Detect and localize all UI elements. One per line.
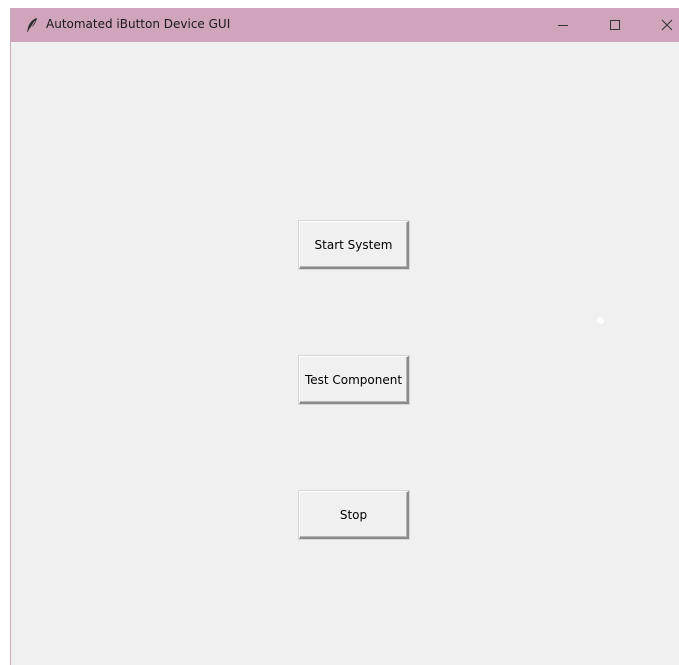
test-component-button[interactable]: Test Component <box>299 356 409 404</box>
window-title: Automated iButton Device GUI <box>46 17 231 31</box>
maximize-icon <box>609 19 621 31</box>
feather-icon <box>25 17 39 33</box>
close-icon <box>661 19 673 31</box>
close-button[interactable] <box>644 8 679 42</box>
title-bar[interactable]: Automated iButton Device GUI <box>11 8 679 42</box>
app-window: Automated iButton Device GUI Start Syste… <box>10 8 679 665</box>
client-area: Start System Test Component Stop <box>11 42 679 665</box>
start-system-button[interactable]: Start System <box>299 221 409 269</box>
stop-button[interactable]: Stop <box>299 491 409 539</box>
maximize-button[interactable] <box>592 8 638 42</box>
minimize-icon <box>557 19 569 31</box>
cursor-dot <box>597 317 604 324</box>
minimize-button[interactable] <box>540 8 586 42</box>
